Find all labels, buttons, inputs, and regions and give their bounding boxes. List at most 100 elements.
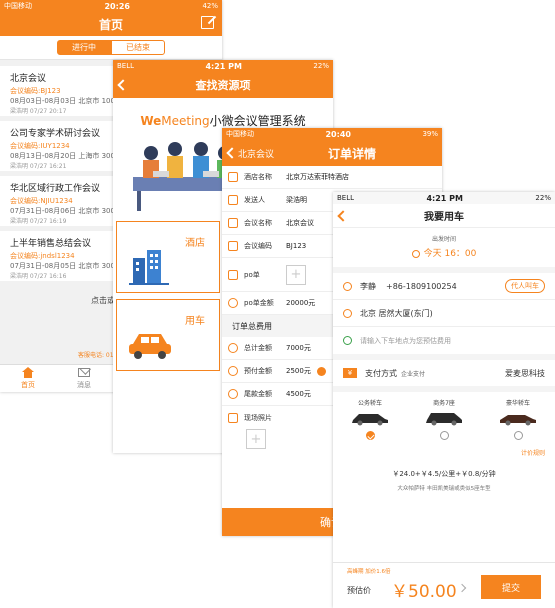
- hotline[interactable]: 客服电话: 010: [78, 350, 117, 359]
- back-label[interactable]: 北京会议: [238, 147, 274, 160]
- building-icon: [129, 250, 169, 285]
- battery: 42%: [202, 2, 218, 10]
- back-icon[interactable]: [226, 147, 238, 159]
- proxy-call-button[interactable]: 代人叫车: [505, 279, 545, 293]
- payment-sub: 企业支付: [401, 370, 426, 378]
- order-navbar: 北京会议 订单详情: [222, 140, 442, 166]
- code-icon: [228, 241, 238, 251]
- page-title: 首页: [98, 17, 123, 32]
- segment-control: 进行中 已结束: [0, 36, 222, 60]
- add-photo-button[interactable]: +: [246, 429, 266, 449]
- car-option[interactable]: 商务7座: [413, 398, 475, 440]
- row-value: 北京万达索菲特酒店: [286, 173, 349, 181]
- person-icon: [343, 281, 352, 291]
- clock: 4:21 PM: [426, 193, 463, 203]
- clock: 4:21 PM: [205, 61, 242, 71]
- departure-label: 出发时间: [431, 236, 456, 243]
- po-label: po单: [244, 270, 260, 279]
- car-resource[interactable]: 用车: [116, 299, 220, 371]
- edit-icon[interactable]: [201, 16, 214, 29]
- request-car-screen: BELL 4:21 PM 22% 我要用车 出发时间 今天 16：00 李静 +…: [333, 192, 555, 608]
- money-icon: [228, 298, 238, 308]
- fee-label: 预付金额: [244, 367, 272, 375]
- money-icon: [228, 389, 238, 399]
- submit-button[interactable]: 提交: [481, 575, 541, 599]
- car-option[interactable]: 豪华轿车: [487, 398, 549, 440]
- brand-we: We: [140, 114, 162, 128]
- page-title: 订单详情: [327, 146, 376, 161]
- car-type-label: 公务轿车: [357, 400, 382, 407]
- status-bar: 中国移动 20:40 39%: [222, 128, 442, 140]
- person-icon: [228, 195, 238, 205]
- back-icon[interactable]: [337, 209, 349, 222]
- car-option[interactable]: 公务轿车: [339, 398, 401, 440]
- tab-messages-label: 消息: [77, 380, 91, 389]
- car-model-hint: 大众帕萨特 丰田凯美瑞或类似5座车型: [397, 486, 491, 492]
- payment-row[interactable]: ¥ 支付方式 企业支付 爱麦思科技: [333, 354, 555, 392]
- chevron-right-icon[interactable]: [457, 583, 467, 593]
- passenger-name: 李静: [360, 281, 376, 291]
- car-radio[interactable]: [439, 431, 449, 440]
- tab-home[interactable]: 首页: [0, 365, 56, 392]
- car-type-label: 豪华轿车: [505, 400, 530, 407]
- estimate-value: ￥50.00: [391, 582, 457, 602]
- home-icon: [228, 218, 238, 228]
- tab-ongoing[interactable]: 进行中: [57, 40, 111, 55]
- check-icon: [316, 366, 326, 376]
- hotel-resource[interactable]: 酒店: [116, 221, 220, 293]
- price-rule-link[interactable]: 计价规则: [333, 448, 555, 457]
- add-po-button[interactable]: +: [286, 264, 306, 285]
- row-value: 北京会议: [286, 219, 314, 227]
- battery: 22%: [313, 62, 329, 70]
- grid-icon: [228, 412, 238, 423]
- departure-time[interactable]: 出发时间 今天 16：00: [333, 228, 555, 273]
- hotel-icon: [228, 172, 238, 182]
- status-bar: 中国移动 20:26 42%: [0, 0, 222, 12]
- row-label: 发送人: [244, 196, 265, 204]
- row-value: BJ123: [286, 242, 307, 250]
- carrier: 中国移动: [226, 130, 254, 138]
- location-pin-icon: [343, 308, 352, 318]
- photo-label: 现场照片: [244, 413, 272, 422]
- destination-pin-icon: [343, 336, 352, 345]
- company-name: 爱麦思科技: [505, 368, 545, 378]
- car-label: 用车: [185, 316, 205, 327]
- message-icon: [78, 367, 90, 377]
- row-label: 会议名称: [244, 219, 272, 227]
- dropoff-input[interactable]: 请输入下车地点为您预估费用: [360, 336, 451, 346]
- page-title: 我要用车: [424, 212, 464, 223]
- home-navbar: 首页: [0, 12, 222, 36]
- detail-row: 酒店名称 北京万达索菲特酒店: [222, 166, 442, 189]
- carrier: 中国移动: [4, 2, 32, 10]
- brand-meeting: Meeting: [161, 114, 210, 128]
- status-bar: BELL 4:21 PM 22%: [113, 60, 333, 72]
- luxury-car-icon: [500, 415, 536, 426]
- tab-messages[interactable]: 消息: [56, 365, 112, 392]
- car-type-options: 公务轿车 商务7座 豪华轿车: [333, 392, 555, 440]
- carrier: BELL: [337, 194, 355, 202]
- car-navbar: 我要用车: [333, 204, 555, 228]
- price-formula: ￥24.0+￥4.5/公里+￥0.8/分钟: [392, 470, 496, 478]
- car-radio[interactable]: [513, 431, 523, 440]
- car-type-label: 商务7座: [433, 400, 455, 407]
- departure-time-value: 今天 16：00: [423, 249, 477, 259]
- row-label: 酒店名称: [244, 173, 272, 181]
- tab-ended[interactable]: 已结束: [111, 40, 165, 55]
- peak-notice: 高峰期 加价1.6倍: [347, 569, 391, 575]
- back-icon[interactable]: [117, 79, 129, 91]
- car-radio[interactable]: [365, 431, 375, 440]
- clock-icon: [411, 249, 420, 258]
- page-title: 查找资源项: [195, 79, 251, 92]
- dropoff-row[interactable]: 请输入下车地点为您预估费用: [333, 327, 555, 354]
- sedan-icon: [352, 414, 388, 426]
- battery: 22%: [535, 194, 551, 202]
- home-icon: [22, 367, 34, 378]
- payment-label: 支付方式: [365, 368, 397, 378]
- pickup-row[interactable]: 北京 居然大厦(东门): [333, 300, 555, 327]
- departure-value: 今天 16：00: [333, 246, 555, 259]
- passenger-row: 李静 +86-1809100254 代人叫车: [333, 273, 555, 300]
- hotel-label: 酒店: [185, 238, 205, 249]
- clock: 20:40: [325, 129, 351, 139]
- money-icon: [228, 343, 238, 353]
- estimate-bar: 高峰期 加价1.6倍 预估价 ￥50.00 提交: [333, 562, 555, 608]
